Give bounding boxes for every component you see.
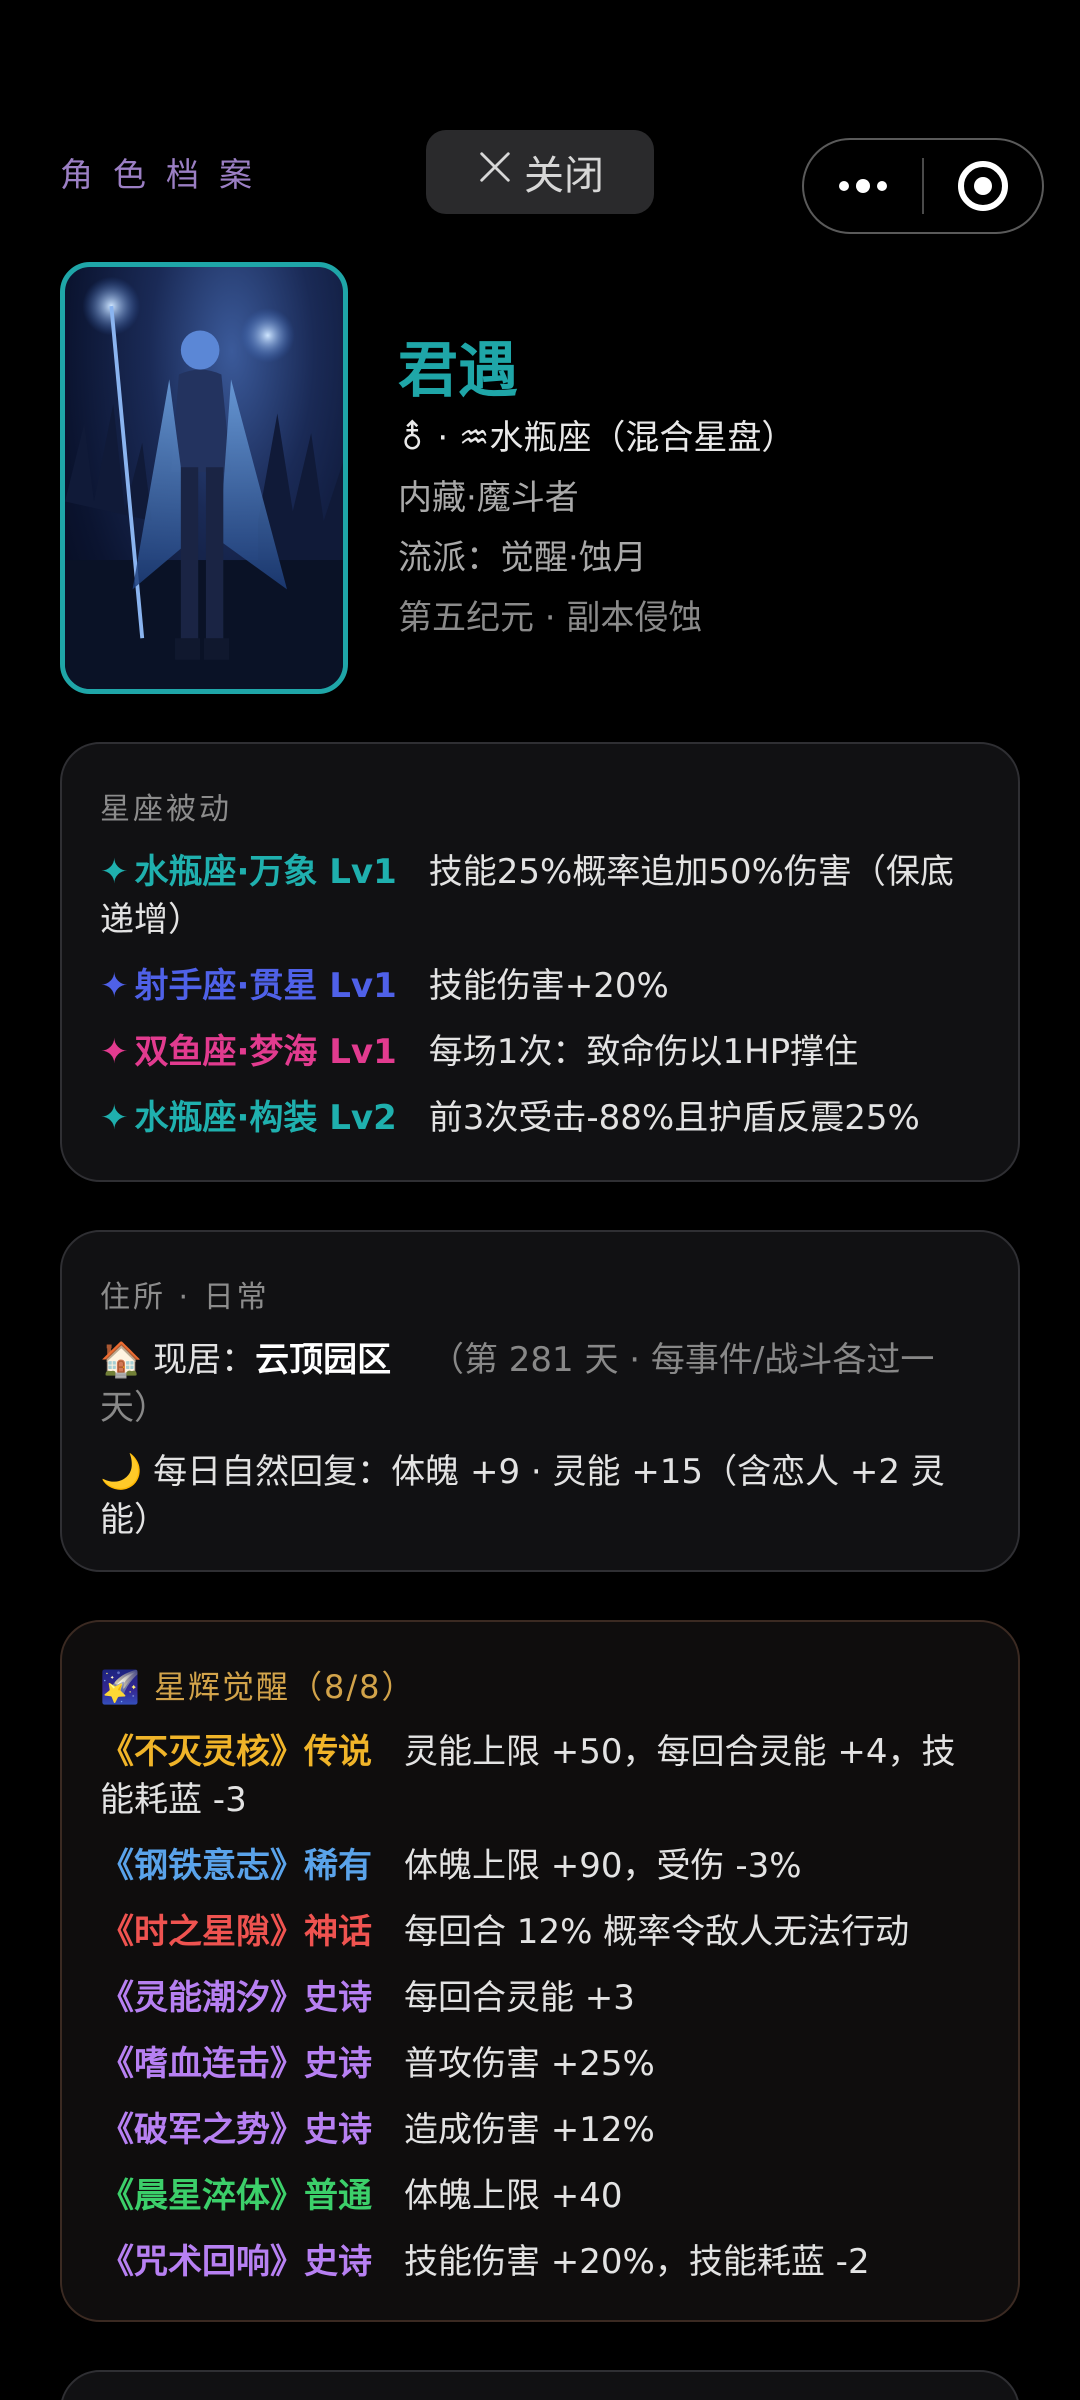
awakening-item: 《嗜血连击》史诗 普攻伤害 +25%	[100, 2040, 980, 2088]
passive-label: ✦ 水瓶座·万象 Lv1	[100, 852, 397, 892]
awakening-label: 《不灭灵核》传说	[100, 1732, 372, 1772]
character-portrait	[60, 262, 348, 694]
awakening-item: 《钢铁意志》稀有 体魄上限 +90，受伤 -3%	[100, 1842, 980, 1890]
star-icon: ✦	[100, 852, 129, 892]
awakening-item: 《不灭灵核》传说 灵能上限 +50，每回合灵能 +4，技能耗蓝 -3	[100, 1728, 980, 1824]
residence-card: 住所 · 日常 🏠 现居：云顶园区 （第 281 天 · 每事件/战斗各过一天）…	[60, 1230, 1020, 1572]
awakening-label: 《灵能潮汐》史诗	[100, 1978, 372, 2018]
residence-row: 🏠 现居：云顶园区 （第 281 天 · 每事件/战斗各过一天）	[100, 1336, 980, 1432]
regen-row: 🌙 每日自然回复：体魄 +9 · 灵能 +15（含恋人 +2 灵能）	[100, 1448, 980, 1544]
school-line: 流派：觉醒·蚀月	[398, 538, 647, 578]
awakening-label: 《晨星淬体》普通	[100, 2176, 372, 2216]
moon-icon: 🌙	[100, 1452, 143, 1492]
target-icon	[958, 161, 1008, 211]
awakening-list: 《不灭灵核》传说 灵能上限 +50，每回合灵能 +4，技能耗蓝 -3 《钢铁意志》稀…	[100, 1728, 980, 2286]
passive-item: ✦ 水瓶座·构装 Lv2 前3次受击-88%且护盾反震25%	[100, 1094, 980, 1142]
miniprogram-capsule	[802, 138, 1044, 234]
passive-label: ✦ 双鱼座·梦海 Lv1	[100, 1032, 397, 1072]
passive-desc: 技能伤害+20%	[428, 966, 669, 1006]
passive-label: ✦ 射手座·贯星 Lv1	[100, 966, 397, 1006]
awakening-desc: 体魄上限 +40	[404, 2176, 623, 2216]
awakening-item: 《破军之势》史诗 造成伤害 +12%	[100, 2106, 980, 2154]
gender-icon: ⚨	[398, 418, 427, 458]
awakening-item: 《灵能潮汐》史诗 每回合灵能 +3	[100, 1974, 980, 2022]
awakening-desc: 每回合灵能 +3	[404, 1978, 635, 2018]
awakening-desc: 普攻伤害 +25%	[404, 2044, 655, 2084]
more-button[interactable]	[804, 140, 922, 232]
shooting-star-icon: 🌠	[100, 1668, 142, 1706]
close-label: 关闭	[524, 153, 604, 199]
gender-zodiac-line: ⚨ · ♒水瓶座（混合星盘）	[398, 410, 795, 459]
house-icon: 🏠	[100, 1340, 143, 1380]
awakening-desc: 技能伤害 +20%，技能耗蓝 -2	[404, 2242, 870, 2282]
passive-desc: 前3次受击-88%且护盾反震25%	[428, 1098, 920, 1138]
awakening-label: 《钢铁意志》稀有	[100, 1846, 372, 1886]
awakening-label: 《时之星隙》神话	[100, 1912, 372, 1952]
star-icon: ✦	[100, 1098, 129, 1138]
star-awakening-card: 🌠 星辉觉醒（8/8） 《不灭灵核》传说 灵能上限 +50，每回合灵能 +4，技能…	[60, 1620, 1020, 2322]
passive-item: ✦ 水瓶座·万象 Lv1 技能25%概率追加50%伤害（保底递增）	[100, 848, 980, 944]
awakening-title: 🌠 星辉觉醒（8/8）	[100, 1662, 980, 1708]
page-title: 角色档案	[60, 155, 272, 194]
constellation-passive-card: 星座被动 ✦ 水瓶座·万象 Lv1 技能25%概率追加50%伤害（保底递增） ✦ 射手座…	[60, 742, 1020, 1182]
next-card	[60, 2370, 1020, 2400]
zodiac-text: · ♒水瓶座（混合星盘）	[437, 418, 796, 458]
star-icon: ✦	[100, 1032, 129, 1072]
star-icon: ✦	[100, 966, 129, 1006]
class-line: 内藏·魔斗者	[398, 478, 579, 518]
awakening-label: 《咒术回响》史诗	[100, 2242, 372, 2282]
awakening-desc: 每回合 12% 概率令敌人无法行动	[404, 1912, 910, 1952]
awakening-item: 《晨星淬体》普通 体魄上限 +40	[100, 2172, 980, 2220]
exit-miniprogram-button[interactable]	[924, 140, 1042, 232]
residence-title: 住所 · 日常	[100, 1280, 270, 1315]
regen-text: 每日自然回复：体魄 +9 · 灵能 +15（含恋人 +2 灵能）	[100, 1452, 945, 1540]
residence-name: 云顶园区	[255, 1340, 392, 1380]
awakening-label: 《破军之势》史诗	[100, 2110, 372, 2150]
residence-prefix: 现居：	[153, 1340, 256, 1380]
passive-title: 星座被动	[100, 792, 232, 827]
awakening-title-text: 星辉觉醒（8/8）	[154, 1668, 416, 1706]
passive-desc: 每场1次：致命伤以1HP撑住	[428, 1032, 859, 1072]
passive-label: ✦ 水瓶座·构装 Lv2	[100, 1098, 397, 1138]
awakening-desc: 体魄上限 +90，受伤 -3%	[404, 1846, 802, 1886]
awakening-item: 《时之星隙》神话 每回合 12% 概率令敌人无法行动	[100, 1908, 980, 1956]
passive-item: ✦ 双鱼座·梦海 Lv1 每场1次：致命伤以1HP撑住	[100, 1028, 980, 1076]
character-name: 君遇	[398, 336, 518, 406]
awakening-desc: 造成伤害 +12%	[404, 2110, 655, 2150]
close-button[interactable]: 关闭	[426, 130, 654, 214]
close-icon	[476, 148, 514, 196]
era-line: 第五纪元 · 副本侵蚀	[398, 598, 703, 638]
passive-item: ✦ 射手座·贯星 Lv1 技能伤害+20%	[100, 962, 980, 1010]
awakening-item: 《咒术回响》史诗 技能伤害 +20%，技能耗蓝 -2	[100, 2238, 980, 2286]
awakening-label: 《嗜血连击》史诗	[100, 2044, 372, 2084]
passive-list: ✦ 水瓶座·万象 Lv1 技能25%概率追加50%伤害（保底递增） ✦ 射手座·贯星 L…	[100, 848, 980, 1142]
more-icon	[839, 179, 887, 193]
